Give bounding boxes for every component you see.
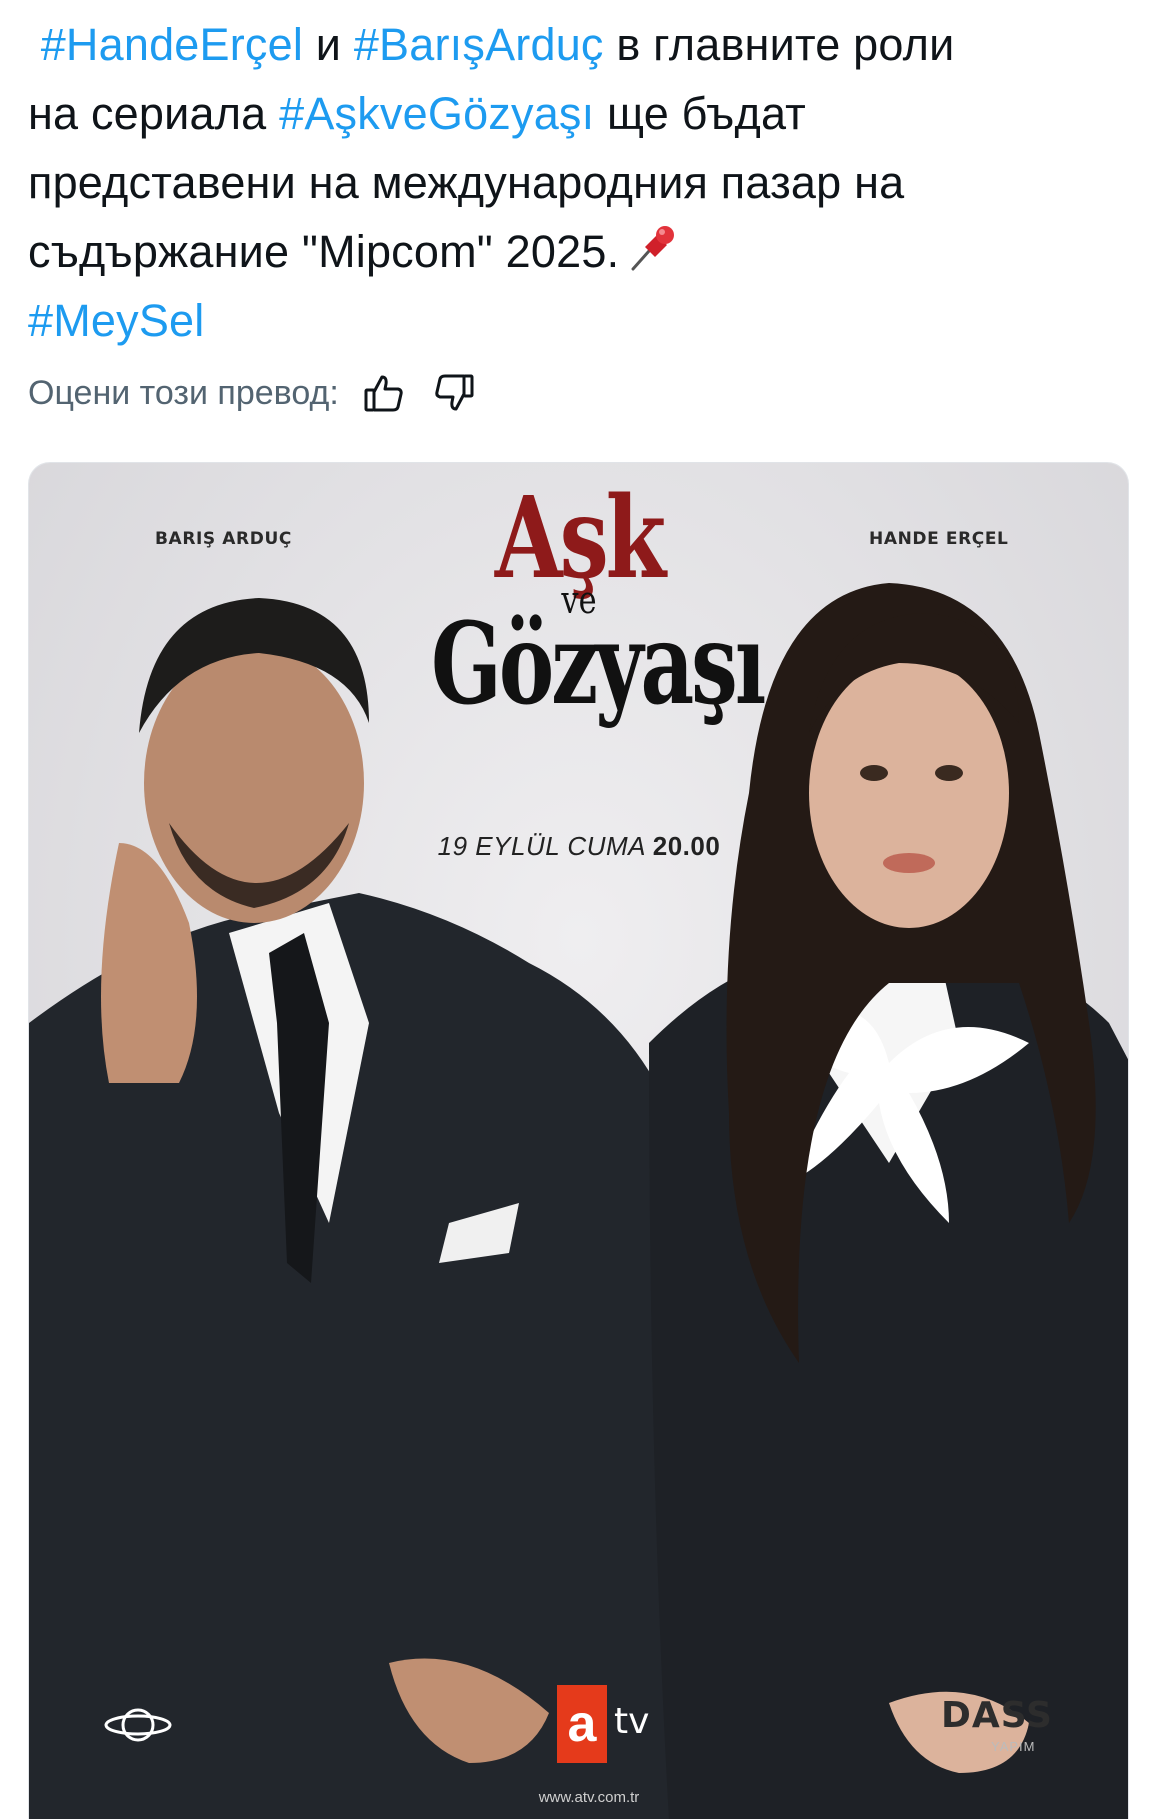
poster-image[interactable]: BARIŞ ARDUÇ HANDE ERÇEL Aşk ve Gözyaşı 1…	[28, 462, 1129, 1819]
thumbs-up-icon[interactable]	[361, 370, 407, 416]
producer-subtitle: YAPIM	[991, 1739, 1036, 1754]
text-segment: ще бъдат	[607, 88, 806, 139]
air-date-day: 19 EYLÜL CUMA	[437, 831, 646, 861]
atv-logo-suffix: tv	[614, 1701, 650, 1742]
text-word: и	[315, 19, 342, 70]
pushpin-emoji-icon	[627, 223, 677, 273]
tweet-line-5: #MeySel	[28, 286, 1138, 355]
title-gozyasi: Gözyaşı	[431, 599, 766, 730]
tweet-line-1: #HandeErçel и #BarışArduç в главните рол…	[28, 10, 1138, 79]
show-title: Aşk ve Gözyaşı	[379, 483, 779, 721]
text-segment: съдържание "Mipcom" 2025.	[28, 226, 620, 277]
thumbs-down-icon[interactable]	[431, 370, 477, 416]
actor-name-right: HANDE ERÇEL	[869, 529, 1009, 549]
tweet-line-2: на сериала #AşkveGözyaşı ще бъдат	[28, 79, 1138, 148]
tweet-line-4: съдържание "Mipcom" 2025.	[28, 217, 1138, 286]
hashtag-baris-arduc[interactable]: #BarışArduç	[354, 19, 604, 70]
rating-label: Оцени този превод:	[28, 373, 339, 412]
text-segment: на сериала	[28, 88, 267, 139]
air-time: 20.00	[652, 831, 721, 861]
actor-name-left: BARIŞ ARDUÇ	[155, 529, 292, 549]
tweet-text: #HandeErçel и #BarışArduç в главните рол…	[28, 10, 1138, 355]
text-segment: в главните роли	[616, 19, 955, 70]
atv-logo: a	[557, 1685, 607, 1763]
air-date: 19 EYLÜL CUMA 20.00	[409, 831, 749, 862]
channel-website: www.atv.com.tr	[538, 1789, 640, 1806]
tweet-line-3: представени на международния пазар на	[28, 148, 1138, 217]
hashtag-meysel[interactable]: #MeySel	[28, 295, 204, 346]
hashtag-ask-ve-gozyasi[interactable]: #AşkveGözyaşı	[279, 88, 594, 139]
translation-rating: Оцени този превод:	[28, 368, 477, 418]
planet-logo-icon	[103, 1703, 173, 1752]
hashtag-hande-ercel[interactable]: #HandeErçel	[41, 19, 303, 70]
text-segment: представени на международния пазар на	[28, 157, 905, 208]
producer-logo: DASS	[941, 1695, 1053, 1736]
